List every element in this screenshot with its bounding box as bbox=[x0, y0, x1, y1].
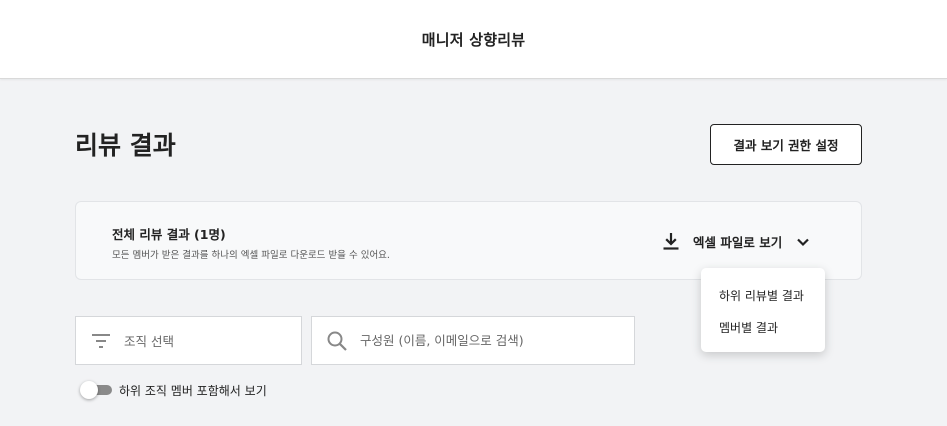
include-sub-org-label: 하위 조직 멤버 포함해서 보기 bbox=[119, 383, 267, 398]
permission-settings-button[interactable]: 결과 보기 권한 설정 bbox=[710, 124, 862, 165]
excel-download-button[interactable]: 엑셀 파일로 보기 bbox=[661, 229, 810, 253]
menu-item-sub-review-results[interactable]: 하위 리뷰별 결과 bbox=[701, 279, 825, 311]
toggle-knob bbox=[80, 381, 98, 399]
app-title: 매니저 상향리뷰 bbox=[421, 30, 526, 49]
summary-title: 전체 리뷰 결과 (1명) bbox=[112, 227, 226, 242]
excel-dropdown-menu: 하위 리뷰별 결과 멤버별 결과 bbox=[701, 268, 825, 352]
top-header: 매니저 상향리뷰 bbox=[0, 0, 947, 79]
member-search-field[interactable] bbox=[311, 316, 635, 365]
page-title: 리뷰 결과 bbox=[75, 131, 176, 160]
member-search-input[interactable] bbox=[360, 333, 620, 348]
menu-item-member-results[interactable]: 멤버별 결과 bbox=[701, 311, 825, 343]
summary-description: 모든 멤버가 받은 결과를 하나의 엑셀 파일로 다운로드 받을 수 있어요. bbox=[112, 250, 390, 261]
include-sub-org-row: 하위 조직 멤버 포함해서 보기 bbox=[80, 379, 267, 401]
download-icon bbox=[661, 231, 681, 251]
filter-icon bbox=[90, 330, 112, 352]
search-icon bbox=[326, 330, 348, 352]
org-select-placeholder: 조직 선택 bbox=[124, 334, 174, 349]
chevron-down-icon[interactable] bbox=[796, 234, 810, 248]
org-select[interactable]: 조직 선택 bbox=[75, 316, 302, 365]
excel-button-label: 엑셀 파일로 보기 bbox=[693, 234, 783, 250]
include-sub-org-toggle[interactable] bbox=[80, 380, 112, 400]
